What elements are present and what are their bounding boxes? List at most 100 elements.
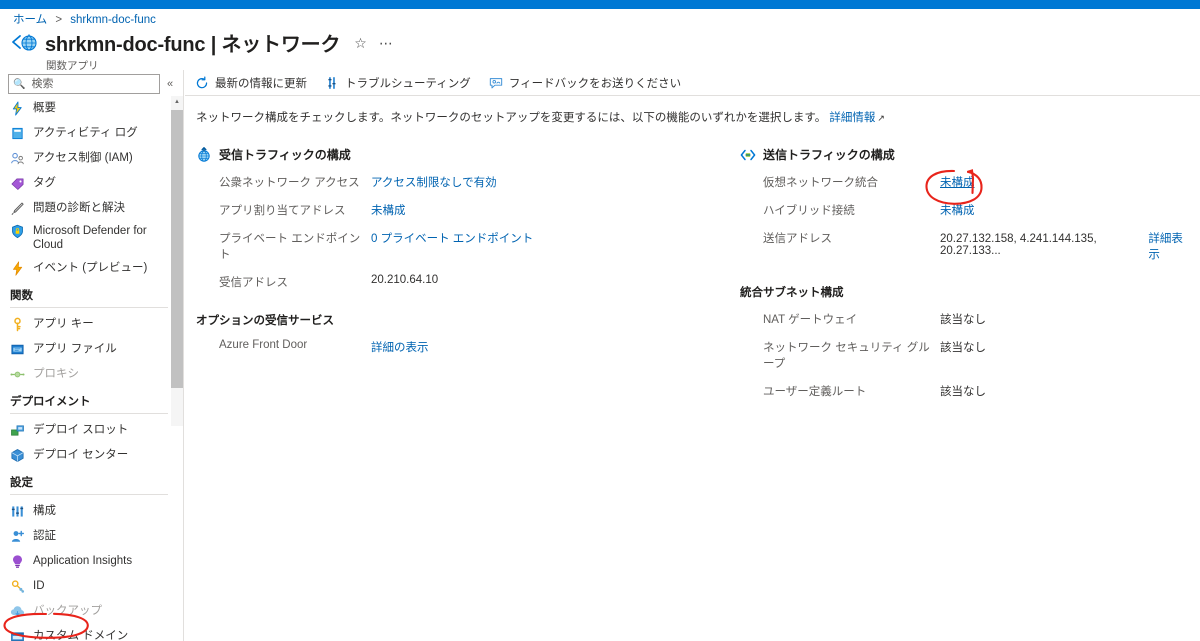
inbound-setting-label: プライベート エンドポイント (219, 233, 361, 261)
outbound-addresses-row: 送信アドレス 20.27.132.158, 4.241.144.135, 20.… (740, 230, 1190, 262)
sidebar-item-label: タグ (33, 177, 56, 189)
sidebar-item-label: アクセス制御 (IAM) (33, 152, 133, 164)
subnet-setting-label: ネットワーク セキュリティ グループ (763, 342, 930, 370)
sidebar-item-app-keys[interactable]: アプリ キー (0, 314, 178, 334)
breadcrumb-home[interactable]: ホーム (13, 14, 47, 26)
configuration-icon (10, 504, 25, 519)
subnet-config-heading: 統合サブネット構成 (740, 287, 844, 299)
sidebar-scroll-up-icon[interactable]: ▲ (171, 96, 183, 108)
inbound-setting-value[interactable]: 未構成 (371, 202, 406, 218)
backup-icon (10, 604, 25, 619)
command-bar: 最新の情報に更新 トラブルシューティング フィードバックをお送りください (195, 71, 1200, 95)
sidebar-item-access-control[interactable]: アクセス制御 (IAM) (0, 148, 178, 168)
subnet-setting-value: 該当なし (940, 386, 986, 398)
sidebar-item-label: Microsoft Defender for Cloud (33, 225, 147, 251)
search-input[interactable] (29, 77, 150, 91)
app-insights-icon (10, 554, 25, 569)
sidebar-item-diagnose[interactable]: 問題の診断と解決 (0, 198, 178, 218)
sidebar-item-deployment-slots[interactable]: デプロイ スロット (0, 420, 178, 440)
inbound-setting-value[interactable]: 0 プライベート エンドポイント (371, 230, 533, 262)
defender-icon (10, 224, 25, 239)
breadcrumb: ホーム > shrkmn-doc-func (13, 11, 156, 27)
outbound-setting-label: ハイブリッド接続 (763, 205, 855, 217)
inbound-setting-value[interactable]: アクセス制限なしで有効 (371, 174, 497, 190)
more-options-icon[interactable]: ⋯ (379, 36, 394, 50)
outbound-setting-value[interactable]: 未構成 (940, 202, 975, 218)
command-refresh-button[interactable]: 最新の情報に更新 (195, 75, 307, 91)
sidebar-item-app-files[interactable]: アプリ ファイル (0, 339, 178, 359)
sidebar-group-divider (10, 494, 168, 495)
events-icon (10, 260, 25, 276)
outbound-addresses-value: 20.27.132.158, 4.241.144.135, 20.27.133.… (940, 233, 1097, 257)
sidebar-item-label: カスタム ドメイン (33, 630, 129, 641)
intro-text: ネットワーク構成をチェックします。ネットワークのセットアップを変更するには、以下… (196, 109, 885, 125)
sidebar-item-events[interactable]: イベント (プレビュー) (0, 258, 178, 278)
sidebar-item-defender[interactable]: Microsoft Defender for Cloud (0, 223, 178, 253)
sidebar-item-app-insights[interactable]: Application Insights (0, 551, 178, 571)
proxies-icon (10, 367, 25, 382)
sidebar-item-identity[interactable]: ID (0, 576, 178, 596)
deployment-slots-icon (10, 423, 25, 438)
outbound-setting-label: 仮想ネットワーク統合 (763, 177, 878, 189)
command-label: フィードバックをお送りください (508, 78, 682, 90)
intro-description: ネットワーク構成をチェックします。ネットワークのセットアップを変更するには、以下… (196, 112, 827, 124)
sidebar-scrollbar-thumb[interactable] (171, 110, 183, 388)
inbound-traffic-icon (196, 146, 212, 163)
outbound-setting-row: 仮想ネットワーク統合 未構成 (740, 174, 1190, 190)
authentication-icon (10, 529, 25, 544)
refresh-icon (195, 76, 209, 90)
sidebar-group-14: 設定 (10, 477, 33, 489)
sidebar-item-activity-log[interactable]: アクティビティ ログ (0, 123, 178, 143)
subnet-setting-value: 該当なし (940, 314, 986, 326)
sidebar-item-label: プロキシ (33, 368, 79, 380)
outbound-section-header: 送信トラフィックの構成 (740, 146, 1190, 163)
sidebar-search-row: 🔍 « (8, 74, 180, 94)
outbound-section-title: 送信トラフィックの構成 (763, 148, 895, 162)
sidebar-item-custom-domains[interactable]: カスタム ドメイン (0, 626, 178, 641)
subnet-setting-value: 該当なし (940, 342, 986, 354)
inbound-setting-label: 受信アドレス (219, 277, 288, 289)
sidebar-item-label: デプロイ スロット (33, 424, 129, 436)
outbound-traffic-section: 送信トラフィックの構成 仮想ネットワーク統合 未構成 ハイブリッド接続 未構成 送信ア… (740, 146, 1190, 411)
sidebar-item-configuration[interactable]: 構成 (0, 501, 178, 521)
azure-top-bar (0, 0, 1200, 9)
subnet-setting-row: ネットワーク セキュリティ グループ 該当なし (740, 339, 1190, 371)
learn-more-link[interactable]: 詳細情報 (829, 112, 875, 124)
deployment-center-icon (10, 448, 25, 463)
command-troubleshoot-button[interactable]: トラブルシューティング (325, 75, 471, 91)
outbound-rows: 仮想ネットワーク統合 未構成 ハイブリッド接続 未構成 (740, 174, 1190, 218)
custom-domains-icon (10, 629, 25, 641)
sidebar-item-tag[interactable]: タグ (0, 173, 178, 193)
favorite-star-icon[interactable]: ☆ (354, 36, 367, 50)
inbound-setting-row: アプリ割り当てアドレス 未構成 (196, 202, 716, 218)
access-control-icon (10, 151, 25, 166)
subnet-setting-label: NAT ゲートウェイ (763, 314, 858, 326)
sidebar-group-divider (10, 307, 168, 308)
outbound-addresses-more-link[interactable]: 詳細表示 (1148, 230, 1190, 262)
collapse-sidebar-icon[interactable]: « (167, 78, 173, 90)
optional-inbound-setting-value[interactable]: 詳細の表示 (371, 339, 429, 355)
function-app-network-icon (10, 28, 40, 54)
outbound-setting-value[interactable]: 未構成 (940, 174, 975, 190)
sidebar-item-deployment-center[interactable]: デプロイ センター (0, 445, 178, 465)
sidebar-item-label: アプリ キー (33, 318, 94, 330)
sidebar-item-overview[interactable]: 概要 (0, 98, 178, 118)
subnet-setting-row: NAT ゲートウェイ 該当なし (740, 311, 1190, 327)
external-link-icon: ↗ (877, 113, 885, 123)
inbound-setting-label: 公衆ネットワーク アクセス (219, 177, 360, 189)
sidebar-item-label: 認証 (33, 530, 56, 542)
outbound-setting-row: ハイブリッド接続 未構成 (740, 202, 1190, 218)
command-feedback-button[interactable]: フィードバックをお送りください (489, 75, 681, 91)
troubleshoot-icon (325, 76, 339, 90)
page-title: shrkmn-doc-func | ネットワーク (45, 34, 341, 56)
sidebar-item-proxies: プロキシ (0, 364, 178, 384)
inbound-traffic-section: 受信トラフィックの構成 公衆ネットワーク アクセス アクセス制限なしで有効 アプリ割… (196, 146, 716, 367)
breadcrumb-current[interactable]: shrkmn-doc-func (70, 14, 156, 26)
app-files-icon (10, 342, 25, 357)
sidebar-item-label: アプリ ファイル (33, 343, 117, 355)
search-box[interactable]: 🔍 (8, 74, 160, 94)
optional-inbound-setting-row: Azure Front Door 詳細の表示 (196, 339, 716, 355)
sidebar-item-authentication[interactable]: 認証 (0, 526, 178, 546)
sidebar-item-label: イベント (プレビュー) (33, 262, 148, 274)
subnet-setting-row: ユーザー定義ルート 該当なし (740, 383, 1190, 399)
